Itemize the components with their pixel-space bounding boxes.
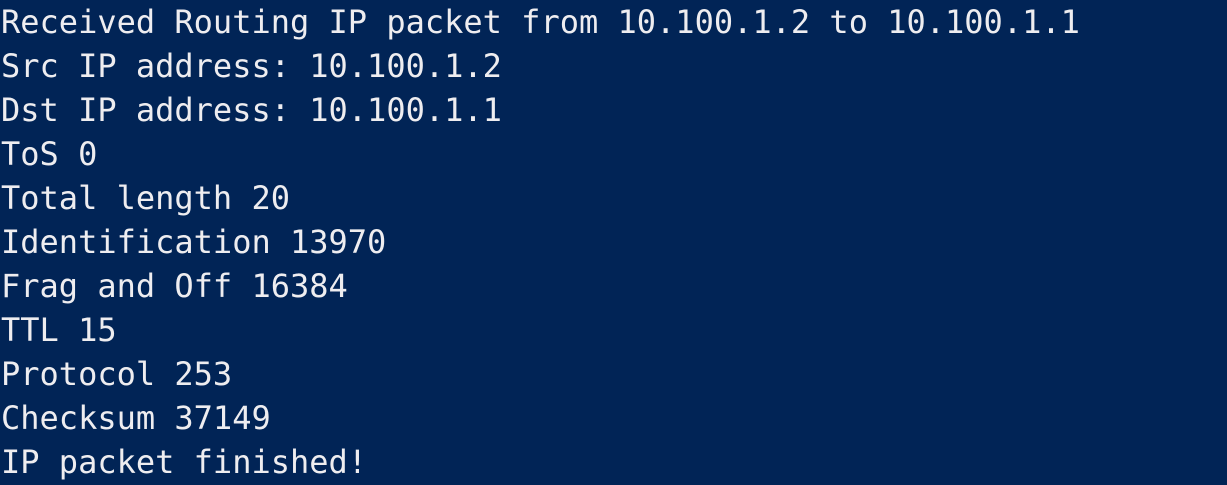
terminal-line-total-length: Total length 20 [1, 179, 290, 217]
terminal-line-tos: ToS 0 [1, 135, 98, 173]
terminal-line-checksum: Checksum 37149 [1, 399, 271, 437]
terminal-line-identification: Identification 13970 [1, 223, 387, 261]
terminal-line-dst-ip: Dst IP address: 10.100.1.1 [1, 91, 502, 129]
terminal-line-finished: IP packet finished! [1, 443, 368, 481]
terminal-line-ttl: TTL 15 [1, 311, 117, 349]
terminal-output[interactable]: Received Routing IP packet from 10.100.1… [0, 0, 1227, 485]
terminal-line-received: Received Routing IP packet from 10.100.1… [1, 3, 1080, 41]
terminal-line-protocol: Protocol 253 [1, 355, 233, 393]
terminal-line-src-ip: Src IP address: 10.100.1.2 [1, 47, 502, 85]
terminal-line-frag-offset: Frag and Off 16384 [1, 267, 348, 305]
